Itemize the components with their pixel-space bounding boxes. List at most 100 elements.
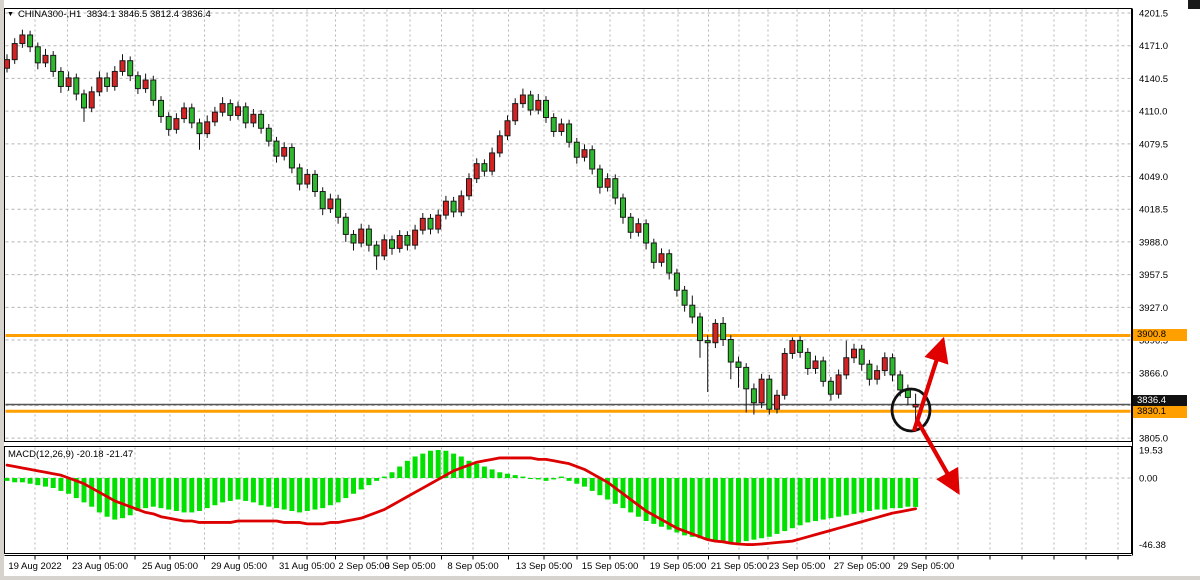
candle-body — [828, 381, 833, 394]
macd-histogram-bar — [143, 478, 148, 508]
window-bottom-edge — [0, 576, 1200, 580]
macd-histogram-bar — [336, 478, 341, 502]
candle-body — [66, 78, 71, 87]
macd-histogram-bar — [844, 478, 849, 515]
macd-histogram-bar — [875, 478, 880, 510]
macd-histogram-bar — [397, 467, 402, 478]
candle-body — [605, 179, 610, 188]
macd-histogram-bar — [867, 478, 872, 511]
support-price-badge: 3830.1 — [1133, 406, 1187, 418]
macd-histogram-bar — [374, 478, 379, 481]
candle-body — [590, 150, 595, 169]
candle-body — [628, 217, 633, 232]
time-axis-label: 23 Sep 05:00 — [769, 561, 826, 572]
candle-body — [867, 364, 872, 379]
macd-histogram-bar — [28, 478, 33, 484]
candle-body — [212, 112, 217, 122]
candle-body — [205, 122, 210, 134]
candle-body — [651, 243, 656, 262]
macd-histogram-bar — [805, 478, 810, 522]
symbol-dropdown-icon[interactable]: ▼ — [7, 11, 14, 18]
candle-body — [567, 124, 572, 142]
candle-body — [390, 240, 395, 249]
macd-histogram-bar — [289, 478, 294, 511]
macd-histogram-bar — [759, 478, 764, 538]
macd-histogram-bar — [882, 478, 887, 510]
time-axis-label: 2 Sep 05:00 — [338, 561, 389, 572]
macd-histogram-bar — [382, 477, 387, 478]
macd-histogram-bar — [189, 478, 194, 512]
macd-axis-tick-label: 19.53 — [1139, 445, 1163, 456]
candle-body — [89, 92, 94, 108]
candle-body — [890, 358, 895, 375]
candle-body — [374, 245, 379, 256]
candle-body — [759, 379, 764, 403]
candle-body — [490, 153, 495, 171]
window-corner-mark — [1188, 0, 1200, 9]
macd-histogram-bar — [520, 477, 525, 478]
candle-body — [420, 218, 425, 230]
macd-histogram-bar — [182, 478, 187, 512]
candle-body — [74, 78, 79, 94]
candle-body — [721, 323, 726, 339]
candle-body — [544, 100, 549, 117]
macd-histogram-bar — [120, 478, 125, 518]
macd-histogram-bar — [51, 478, 56, 488]
macd-histogram-bar — [436, 450, 441, 478]
candle-body — [613, 179, 618, 198]
time-axis-label: 21 Sep 05:00 — [711, 561, 768, 572]
macd-histogram-bar — [728, 478, 733, 543]
candle-body — [813, 361, 818, 369]
candle-body — [690, 305, 695, 317]
macd-histogram-bar — [698, 478, 703, 538]
price-axis-tick-label: 4079.5 — [1139, 139, 1168, 150]
candle-body — [898, 375, 903, 390]
price-axis-tick-label: 3988.0 — [1139, 237, 1168, 248]
macd-histogram-bar — [5, 478, 10, 481]
candle-body — [51, 55, 56, 71]
macd-histogram-bar — [736, 478, 741, 543]
candle-body — [528, 95, 533, 110]
candle-body — [790, 341, 795, 354]
price-axis-tick-label: 3957.5 — [1139, 270, 1168, 281]
candle-body — [305, 174, 310, 184]
macd-histogram-bar — [58, 478, 63, 491]
resistance-price-badge: 3900.8 — [1133, 329, 1187, 341]
macd-histogram-bar — [859, 478, 864, 512]
candle-body — [551, 118, 556, 132]
candle-body — [343, 217, 348, 234]
macd-histogram-bar — [159, 478, 164, 508]
candle-body — [451, 201, 456, 212]
candle-body — [459, 196, 464, 212]
time-axis-label: 19 Sep 05:00 — [650, 561, 707, 572]
candle-body — [228, 104, 233, 116]
candle-body — [266, 128, 271, 141]
candle-body — [751, 389, 756, 403]
macd-histogram-bar — [690, 478, 695, 537]
candle-body — [798, 341, 803, 353]
candle-body — [859, 349, 864, 364]
candle-body — [782, 353, 787, 395]
macd-histogram-bar — [236, 478, 241, 500]
time-axis-label: 29 Sep 05:00 — [898, 561, 955, 572]
macd-histogram-bar — [644, 478, 649, 521]
time-axis-label: 27 Sep 05:00 — [834, 561, 891, 572]
macd-histogram-bar — [636, 478, 641, 517]
macd-histogram-bar — [297, 478, 302, 512]
candle-body — [805, 352, 810, 368]
candle-body — [313, 174, 318, 191]
macd-histogram-bar — [320, 478, 325, 508]
macd-histogram-bar — [343, 478, 348, 498]
candle-body — [621, 198, 626, 217]
candle-body — [644, 224, 649, 243]
window-left-edge — [0, 0, 4, 580]
candle-body — [82, 94, 87, 108]
symbol-period-label: CHINA300-,H1 — [18, 9, 81, 20]
candle-body — [405, 236, 410, 246]
candle-body — [505, 121, 510, 136]
macd-histogram-bar — [420, 454, 425, 478]
macd-histogram-bar — [228, 478, 233, 501]
macd-histogram-bar — [351, 478, 356, 494]
candle-body — [151, 80, 156, 100]
macd-histogram-bar — [274, 478, 279, 508]
